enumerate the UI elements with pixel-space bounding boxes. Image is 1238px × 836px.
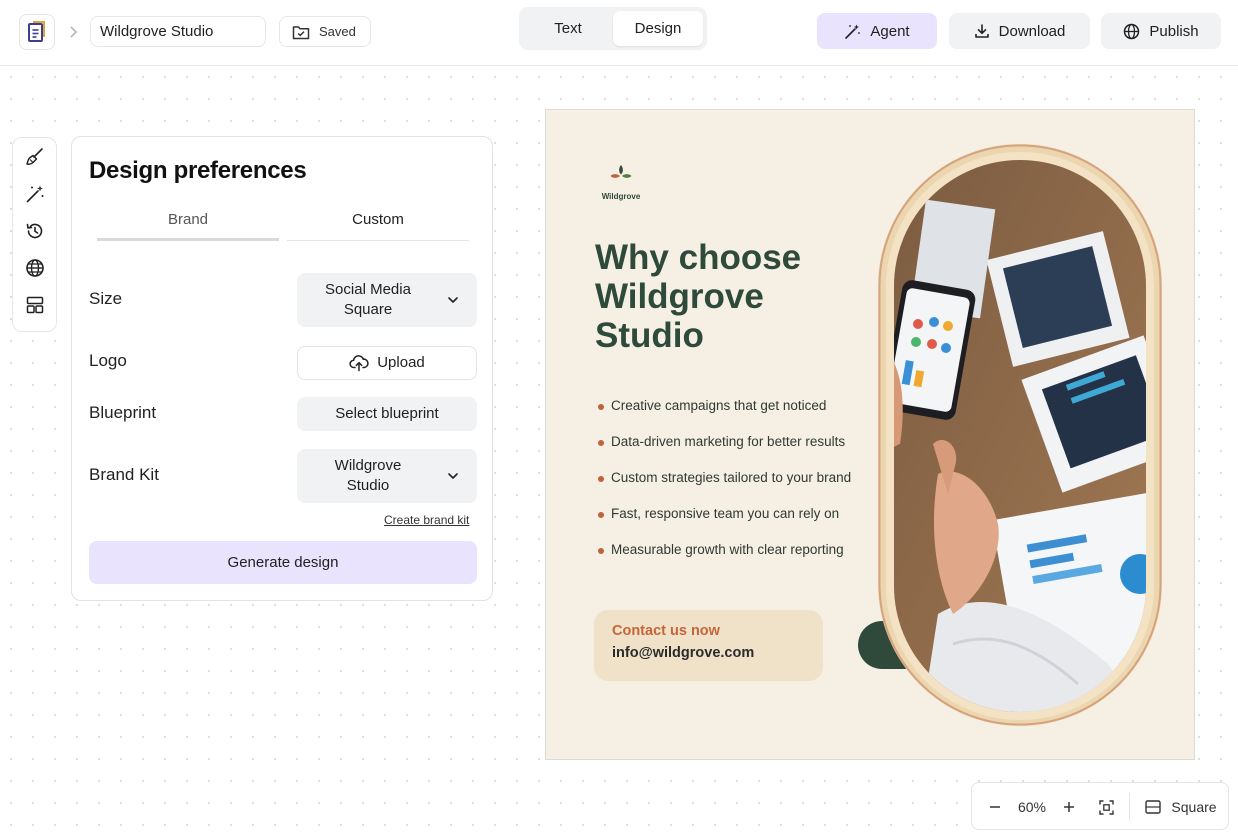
tab-design[interactable]: Design xyxy=(613,11,703,46)
publish-button[interactable]: Publish xyxy=(1101,13,1221,49)
contact-heading: Contact us now xyxy=(612,623,720,639)
cloud-upload-icon xyxy=(349,355,369,372)
brand-kit-label: Brand Kit xyxy=(89,465,159,484)
upload-label: Upload xyxy=(377,354,425,371)
size-label: Size xyxy=(89,289,123,308)
tab-text[interactable]: Text xyxy=(523,11,613,46)
app-logo-button[interactable] xyxy=(19,14,55,50)
list-item-text: Custom strategies tailored to your brand xyxy=(611,470,852,485)
bullet-dot xyxy=(598,476,604,482)
focus-frame-icon xyxy=(1098,799,1114,815)
logo-label: Logo xyxy=(89,351,127,370)
tool-rail xyxy=(12,137,57,332)
download-button[interactable]: Download xyxy=(949,13,1090,49)
zoom-bar: 60% Square xyxy=(971,782,1229,830)
bullet-dot xyxy=(598,440,604,446)
square-format-icon xyxy=(1145,800,1162,814)
canvas-format-button[interactable]: Square xyxy=(1138,783,1224,831)
contact-email: info@wildgrove.com xyxy=(612,645,755,661)
blueprint-select[interactable]: Select blueprint xyxy=(297,397,477,431)
list-item-text: Fast, responsive team you can rely on xyxy=(611,506,840,521)
brand-kit-select[interactable]: Wildgrove Studio xyxy=(297,449,477,503)
breadcrumb-chevron-icon xyxy=(70,26,78,38)
publish-button-label: Publish xyxy=(1149,22,1199,40)
list-item[interactable]: Custom strategies tailored to your brand xyxy=(598,470,851,506)
list-item[interactable]: Fast, responsive team you can rely on xyxy=(598,506,851,542)
list-item[interactable]: Measurable growth with clear reporting xyxy=(598,542,851,578)
list-item-text: Measurable growth with clear reporting xyxy=(611,542,844,557)
list-item[interactable]: Data-driven marketing for better results xyxy=(598,434,851,470)
design-preferences-panel: Design preferences Brand Custom Size Soc… xyxy=(71,136,493,601)
brand-logo: Wildgrove xyxy=(601,164,641,204)
layout-tool-button[interactable] xyxy=(25,295,45,315)
top-bar: Wildgrove Studio Saved Text Design Agent… xyxy=(0,0,1238,66)
history-icon xyxy=(26,223,42,239)
download-icon xyxy=(974,24,989,38)
hero-photo[interactable] xyxy=(878,144,1164,728)
brand-logo-name: Wildgrove xyxy=(601,192,641,201)
save-status[interactable]: Saved xyxy=(279,16,371,47)
size-select[interactable]: Social Media Square xyxy=(297,273,477,327)
list-item-text: Data-driven marketing for better results xyxy=(611,434,846,449)
minus-icon xyxy=(990,806,1000,808)
magic-wand-icon xyxy=(845,24,861,39)
globe-icon xyxy=(25,259,44,277)
panel-title: Design preferences xyxy=(89,157,307,184)
zoom-in-button[interactable] xyxy=(1056,783,1082,831)
canvas-format-label: Square xyxy=(1171,799,1217,815)
contact-card[interactable]: Contact us now info@wildgrove.com xyxy=(594,610,823,681)
mode-switch: Text Design xyxy=(519,7,707,50)
brand-kit-select-value: Wildgrove Studio xyxy=(334,457,402,494)
zoom-level[interactable]: 60% xyxy=(1012,783,1052,831)
bullet-dot xyxy=(598,404,604,410)
design-canvas[interactable]: Wildgrove Why choose Wildgrove Studio Cr… xyxy=(545,109,1195,760)
generate-design-button[interactable]: Generate design xyxy=(89,541,477,584)
document-logo-icon xyxy=(28,21,45,42)
logo-upload-button[interactable]: Upload xyxy=(297,346,477,380)
leaf-logo-icon xyxy=(610,165,632,178)
chevron-down-icon xyxy=(448,473,458,479)
list-item-text: Creative campaigns that get noticed xyxy=(611,398,827,413)
web-tool-button[interactable] xyxy=(25,258,45,278)
agent-button-label: Agent xyxy=(870,22,910,40)
create-brand-kit-link[interactable]: Create brand kit xyxy=(384,513,469,527)
brush-icon xyxy=(25,148,43,166)
brush-tool-button[interactable] xyxy=(25,147,45,167)
layout-icon xyxy=(26,296,43,314)
tab-brand[interactable]: Brand xyxy=(97,211,279,241)
download-button-label: Download xyxy=(998,22,1066,40)
bullet-dot xyxy=(598,548,604,554)
size-select-value: Social Media Square xyxy=(325,281,411,318)
design-headline[interactable]: Why choose Wildgrove Studio xyxy=(595,238,875,355)
folder-check-icon xyxy=(292,25,310,39)
magic-tool-button[interactable] xyxy=(25,184,45,204)
tab-custom[interactable]: Custom xyxy=(287,211,469,241)
history-tool-button[interactable] xyxy=(25,221,45,241)
magic-wand-icon xyxy=(26,185,43,203)
list-item[interactable]: Creative campaigns that get noticed xyxy=(598,398,851,434)
save-status-label: Saved xyxy=(319,24,356,39)
fit-to-screen-button[interactable] xyxy=(1092,783,1120,831)
bullet-dot xyxy=(598,512,604,518)
globe-icon xyxy=(1124,23,1140,39)
chevron-down-icon xyxy=(448,297,458,303)
agent-button[interactable]: Agent xyxy=(817,13,937,49)
zoom-out-button[interactable] xyxy=(982,783,1008,831)
zoom-divider xyxy=(1129,793,1130,821)
project-name-field[interactable]: Wildgrove Studio xyxy=(90,16,266,47)
plus-icon xyxy=(1064,802,1074,812)
blueprint-label: Blueprint xyxy=(89,403,157,422)
benefit-list: Creative campaigns that get noticed Data… xyxy=(598,398,851,578)
